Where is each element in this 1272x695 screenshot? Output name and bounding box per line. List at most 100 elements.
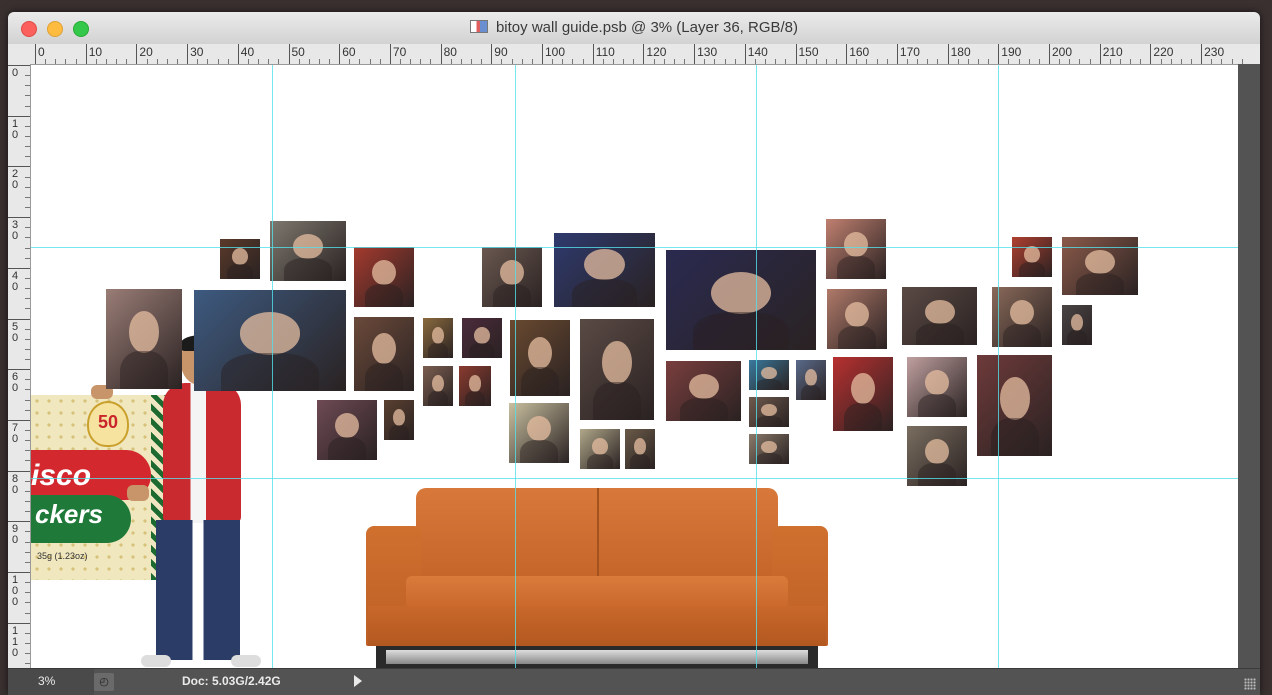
vertical-scroll-area[interactable] xyxy=(1238,64,1260,668)
ruler-minor-tick xyxy=(400,59,402,64)
ruler-minor-tick xyxy=(156,59,158,64)
photo-frame[interactable] xyxy=(666,250,816,350)
ruler-minor-tick xyxy=(704,59,706,64)
photo-frame[interactable] xyxy=(462,318,502,358)
ruler-label: 180 xyxy=(950,45,971,59)
photo-frame[interactable] xyxy=(977,355,1052,456)
ruler-label: 10 xyxy=(88,45,103,59)
ruler-minor-tick xyxy=(25,288,30,290)
vertical-guide[interactable] xyxy=(756,65,757,668)
left-shoe xyxy=(141,655,171,667)
ruler-minor-tick xyxy=(1059,59,1061,64)
ruler-minor-tick xyxy=(805,59,807,64)
ruler-minor-tick xyxy=(683,59,685,64)
photo-frame[interactable] xyxy=(749,360,789,390)
photo-frame[interactable] xyxy=(749,397,789,427)
photo-frame[interactable] xyxy=(666,361,741,421)
photo-subject-face xyxy=(584,249,625,281)
ruler-minor-tick xyxy=(927,59,929,64)
ruler-minor-tick xyxy=(511,59,513,64)
ruler-major-tick xyxy=(998,44,1000,64)
photo-frame[interactable] xyxy=(992,287,1052,347)
photo-frame[interactable] xyxy=(554,233,655,307)
photo-subject-body xyxy=(917,394,957,417)
photo-frame[interactable] xyxy=(459,366,491,406)
photo-frame[interactable] xyxy=(510,320,570,396)
photo-frame[interactable] xyxy=(833,357,893,431)
vertical-guide[interactable] xyxy=(272,65,273,668)
photo-frame[interactable] xyxy=(907,357,967,417)
ruler-label: 170 xyxy=(899,45,920,59)
ruler-minor-tick xyxy=(217,59,219,64)
photo-subject-body xyxy=(843,402,883,431)
ruler-origin[interactable] xyxy=(8,44,31,65)
photo-frame[interactable] xyxy=(796,360,826,400)
photo-frame[interactable] xyxy=(1012,237,1052,277)
vertical-guide[interactable] xyxy=(515,65,516,668)
ruler-minor-tick xyxy=(856,59,858,64)
ruler-minor-tick xyxy=(25,561,30,563)
photo-subject-body xyxy=(1002,324,1042,347)
orange-sofa[interactable] xyxy=(366,488,828,668)
proof-icon[interactable]: ◴ xyxy=(94,673,114,691)
ruler-minor-tick xyxy=(227,59,229,64)
vertical-ruler[interactable]: 0 10 20 30 40 50 60 70 80 90 100 110 xyxy=(8,64,31,668)
photo-subject-face xyxy=(528,336,552,369)
ruler-minor-tick xyxy=(25,328,30,330)
canvas[interactable]: isco ckers 35g (1.23oz) 50 xyxy=(31,65,1238,668)
document-size-info: Doc: 5.03G/2.42G xyxy=(182,674,281,688)
photo-frame[interactable] xyxy=(220,239,260,279)
photo-frame[interactable] xyxy=(509,403,569,463)
photo-frame[interactable] xyxy=(625,429,655,469)
photo-frame[interactable] xyxy=(1062,305,1092,345)
horizontal-guide[interactable] xyxy=(31,247,1238,248)
photo-subject-face xyxy=(335,413,359,439)
ruler-minor-tick xyxy=(967,59,969,64)
photo-frame[interactable] xyxy=(580,429,620,469)
photo-frame[interactable] xyxy=(423,318,453,358)
photo-frame[interactable] xyxy=(826,219,886,279)
photo-frame[interactable] xyxy=(482,247,542,307)
photo-frame[interactable] xyxy=(1062,237,1138,295)
ruler-minor-tick xyxy=(25,105,30,107)
resize-grip-icon[interactable] xyxy=(1244,678,1256,690)
ruler-minor-tick xyxy=(379,59,381,64)
ruler-minor-tick xyxy=(25,663,30,665)
ruler-major-tick xyxy=(1201,44,1203,64)
horizontal-ruler[interactable]: 0 10 20 30 40 50 60 70 80 90 100 110 120 130 140 150 160… xyxy=(30,44,1260,65)
ruler-minor-tick xyxy=(1008,59,1010,64)
photo-frame[interactable] xyxy=(106,289,182,389)
ruler-minor-tick xyxy=(957,59,959,64)
ruler-minor-tick xyxy=(25,348,30,350)
photo-frame[interactable] xyxy=(354,247,414,307)
photo-frame[interactable] xyxy=(580,319,654,420)
status-menu-arrow-icon[interactable] xyxy=(354,675,362,687)
photo-frame[interactable] xyxy=(384,400,414,440)
photo-frame[interactable] xyxy=(749,434,789,464)
photo-subject-face xyxy=(925,439,949,465)
photo-frame[interactable] xyxy=(907,426,967,486)
title-bar[interactable]: bitoy wall guide.psb @ 3% (Layer 36, RGB… xyxy=(8,12,1260,45)
photo-subject-face xyxy=(1010,300,1034,326)
ruler-minor-tick xyxy=(25,176,30,178)
vertical-guide[interactable] xyxy=(998,65,999,668)
ruler-label: 120 xyxy=(646,45,667,59)
photo-frame[interactable] xyxy=(270,221,346,281)
photo-frame[interactable] xyxy=(423,366,453,406)
sofa-back-seam xyxy=(597,488,599,580)
horizontal-guide[interactable] xyxy=(31,478,1238,479)
ruler-minor-tick xyxy=(410,59,412,64)
ruler-minor-tick xyxy=(308,59,310,64)
photo-frame[interactable] xyxy=(317,400,377,460)
photo-subject-body xyxy=(119,351,169,389)
photo-frame[interactable] xyxy=(827,289,887,349)
ruler-minor-tick xyxy=(65,59,67,64)
photo-frame[interactable] xyxy=(194,290,346,391)
ruler-minor-tick xyxy=(25,75,30,77)
zoom-field[interactable]: 3% xyxy=(8,669,94,695)
photo-frame[interactable] xyxy=(902,287,977,345)
ruler-minor-tick xyxy=(1180,59,1182,64)
ruler-major-tick xyxy=(339,44,341,64)
ruler-label: 70 xyxy=(11,421,19,445)
photo-frame[interactable] xyxy=(354,317,414,391)
